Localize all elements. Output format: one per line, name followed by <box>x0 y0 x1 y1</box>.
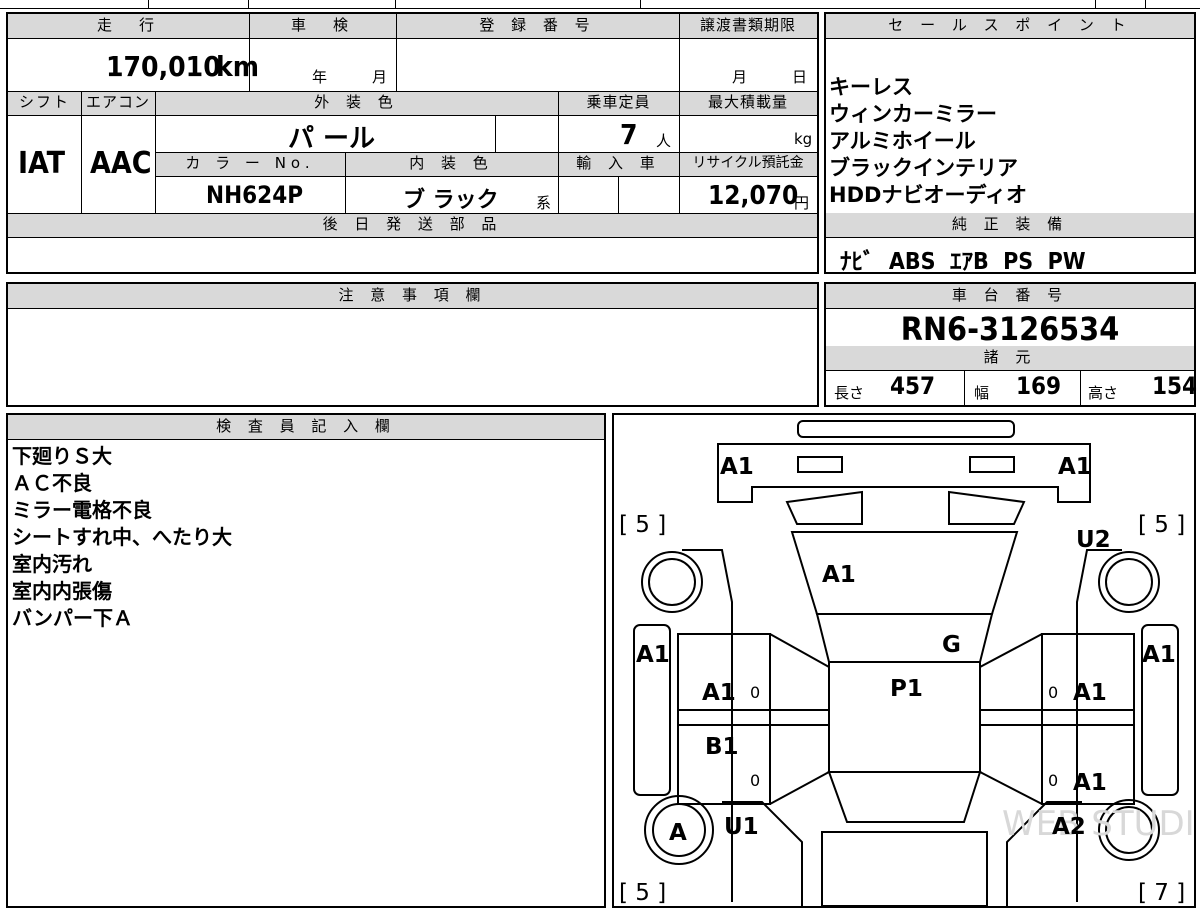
label-right-fender: A1 <box>1142 642 1176 668</box>
inspection-month: 月 <box>372 68 388 86</box>
label-right-front-wheel: U2 <box>1076 527 1111 553</box>
capacity-value: 7 <box>620 118 638 151</box>
label-tread-rear-left: [ 5 ] <box>619 880 666 906</box>
capacity-header: 乗車定員 <box>586 93 651 111</box>
specs-header: 諸 元 <box>826 346 1194 370</box>
sales-point: ブラックインテリア <box>829 156 1018 180</box>
sales-points-list: キーレス ウィンカーミラー アルミホイール ブラックインテリア HDDナビオーデ… <box>829 74 1027 209</box>
inspector-note: 室内内張傷 <box>12 579 112 603</box>
zero-mark: 0 <box>1048 683 1058 702</box>
top-strip <box>0 0 1200 9</box>
label-left-rear-wheel: A <box>669 820 687 846</box>
registration-header: 登 録 番 号 <box>479 16 596 34</box>
genuine-equipment-header: 純 正 装 備 <box>826 213 1194 237</box>
recycle-deposit-unit: 円 <box>794 194 810 212</box>
inspector-note: バンパー下Ａ <box>12 606 133 630</box>
interior-color-suffix: 系 <box>536 194 552 212</box>
inspector-note: 下廻りＳ大 <box>12 444 112 468</box>
exterior-color-header: 外 装 色 <box>314 93 399 111</box>
inspector-note: ＡＣ不良 <box>12 471 92 495</box>
sales-point: アルミホイール <box>829 129 976 153</box>
label-right-rear-door: A1 <box>1073 770 1107 796</box>
import-header: 輸 入 車 <box>576 154 661 172</box>
mileage-unit: km <box>216 50 259 83</box>
sales-points-panel: セ ー ル ス ポ イ ン ト キーレス ウィンカーミラー アルミホイール ブラ… <box>824 12 1196 275</box>
width-label: 幅 <box>974 384 990 402</box>
label-bonnet-right: G <box>942 632 961 658</box>
later-parts-header: 後 日 発 送 部 品 <box>322 215 503 233</box>
inspector-notes: 下廻りＳ大 ＡＣ不良 ミラー電格不良 シートすれ中、へたり大 室内汚れ 室内内張… <box>12 443 232 632</box>
chassis-number-value: RN6-3126534 <box>900 310 1120 348</box>
label-front-right: A1 <box>1058 454 1092 480</box>
zero-mark: 0 <box>750 683 760 702</box>
width-value: 169 <box>1016 372 1062 400</box>
inspector-note: ミラー電格不良 <box>12 498 152 522</box>
mileage-header: 走 行 <box>96 16 160 34</box>
zero-mark: 0 <box>1048 771 1058 790</box>
aircon-header: エアコン <box>85 93 150 111</box>
zero-mark: 0 <box>750 771 760 790</box>
inspector-note: 室内汚れ <box>12 552 92 576</box>
label-left-rear-quarter: U1 <box>724 814 759 840</box>
length-value: 457 <box>890 372 936 400</box>
chassis-panel: 車 台 番 号 RN6-3126534 諸 元 長さ 457 幅 169 高さ … <box>824 282 1198 407</box>
notes-header: 注 意 事 項 欄 <box>8 284 817 308</box>
transfer-month: 月 <box>732 68 748 86</box>
label-right-front-door: A1 <box>1073 680 1107 706</box>
inspector-panel: 検 査 員 記 入 欄 下廻りＳ大 ＡＣ不良 ミラー電格不良 シートすれ中、へた… <box>6 413 606 908</box>
label-left-front-door: A1 <box>702 680 736 706</box>
label-tread-front-right: [ 5 ] <box>1138 512 1185 538</box>
height-value: 154 <box>1152 372 1198 400</box>
recycle-deposit-header: リサイクル預託金 <box>692 155 804 171</box>
inspector-header: 検 査 員 記 入 欄 <box>8 415 604 439</box>
label-left-fender: A1 <box>636 642 670 668</box>
inspection-header: 車 検 <box>290 16 354 34</box>
transfer-deadline-header: 譲渡書類期限 <box>699 16 796 34</box>
vehicle-info-table: 走 行 車 検 登 録 番 号 譲渡書類期限 170,010 km 年 月 月 … <box>6 12 819 274</box>
shift-header: シフト <box>18 93 70 111</box>
car-diagram: WEB STUDIO A1 A1 [ 5 ] [ 5 ] U2 A1 G A1 … <box>619 420 1194 906</box>
color-no-header: カ ラ ー No. <box>185 154 315 172</box>
interior-color-header: 内 装 色 <box>409 154 494 172</box>
length-label: 長さ <box>834 384 865 402</box>
label-right-rear-quarter: A2 <box>1052 814 1086 840</box>
car-diagram-panel: WEB STUDIO A1 A1 [ 5 ] [ 5 ] U2 A1 G A1 … <box>612 413 1196 908</box>
label-tread-rear-right: [ 7 ] <box>1138 880 1185 906</box>
label-windshield: A1 <box>822 562 856 588</box>
diagram-watermark: WEB STUDIO <box>1002 804 1194 844</box>
label-front-left: A1 <box>720 454 754 480</box>
capacity-unit: 人 <box>656 132 672 150</box>
sales-point: ウィンカーミラー <box>829 102 997 126</box>
height-label: 高さ <box>1088 384 1119 402</box>
interior-color-value: ブ ラック <box>403 188 499 213</box>
label-roof: P1 <box>890 676 923 702</box>
mileage-value: 170,010 <box>106 50 221 83</box>
notes-panel: 注 意 事 項 欄 <box>6 282 819 407</box>
sales-points-header: セ ー ル ス ポ イ ン ト <box>826 14 1194 38</box>
inspector-note: シートすれ中、へたり大 <box>12 525 232 549</box>
genuine-equipment-value: ﾅﾋﾞ ABS ｴｱB PS PW <box>840 249 1086 275</box>
label-tread-front-left: [ 5 ] <box>619 512 666 538</box>
exterior-color-value: パ ール <box>288 124 376 154</box>
inspection-year: 年 <box>312 68 328 86</box>
aircon-value: AAC <box>90 146 152 181</box>
max-load-header: 最大積載量 <box>707 93 788 111</box>
recycle-deposit-value: 12,070 <box>708 181 799 211</box>
label-left-rear-door: B1 <box>705 734 739 760</box>
sales-point: HDDナビオーディオ <box>829 183 1027 207</box>
transfer-day: 日 <box>792 68 808 86</box>
sales-point: キーレス <box>829 75 913 99</box>
color-no-value: NH624P <box>206 181 304 209</box>
shift-value: IAT <box>18 146 66 181</box>
chassis-number-header: 車 台 番 号 <box>826 284 1194 308</box>
max-load-unit: kg <box>794 130 813 148</box>
